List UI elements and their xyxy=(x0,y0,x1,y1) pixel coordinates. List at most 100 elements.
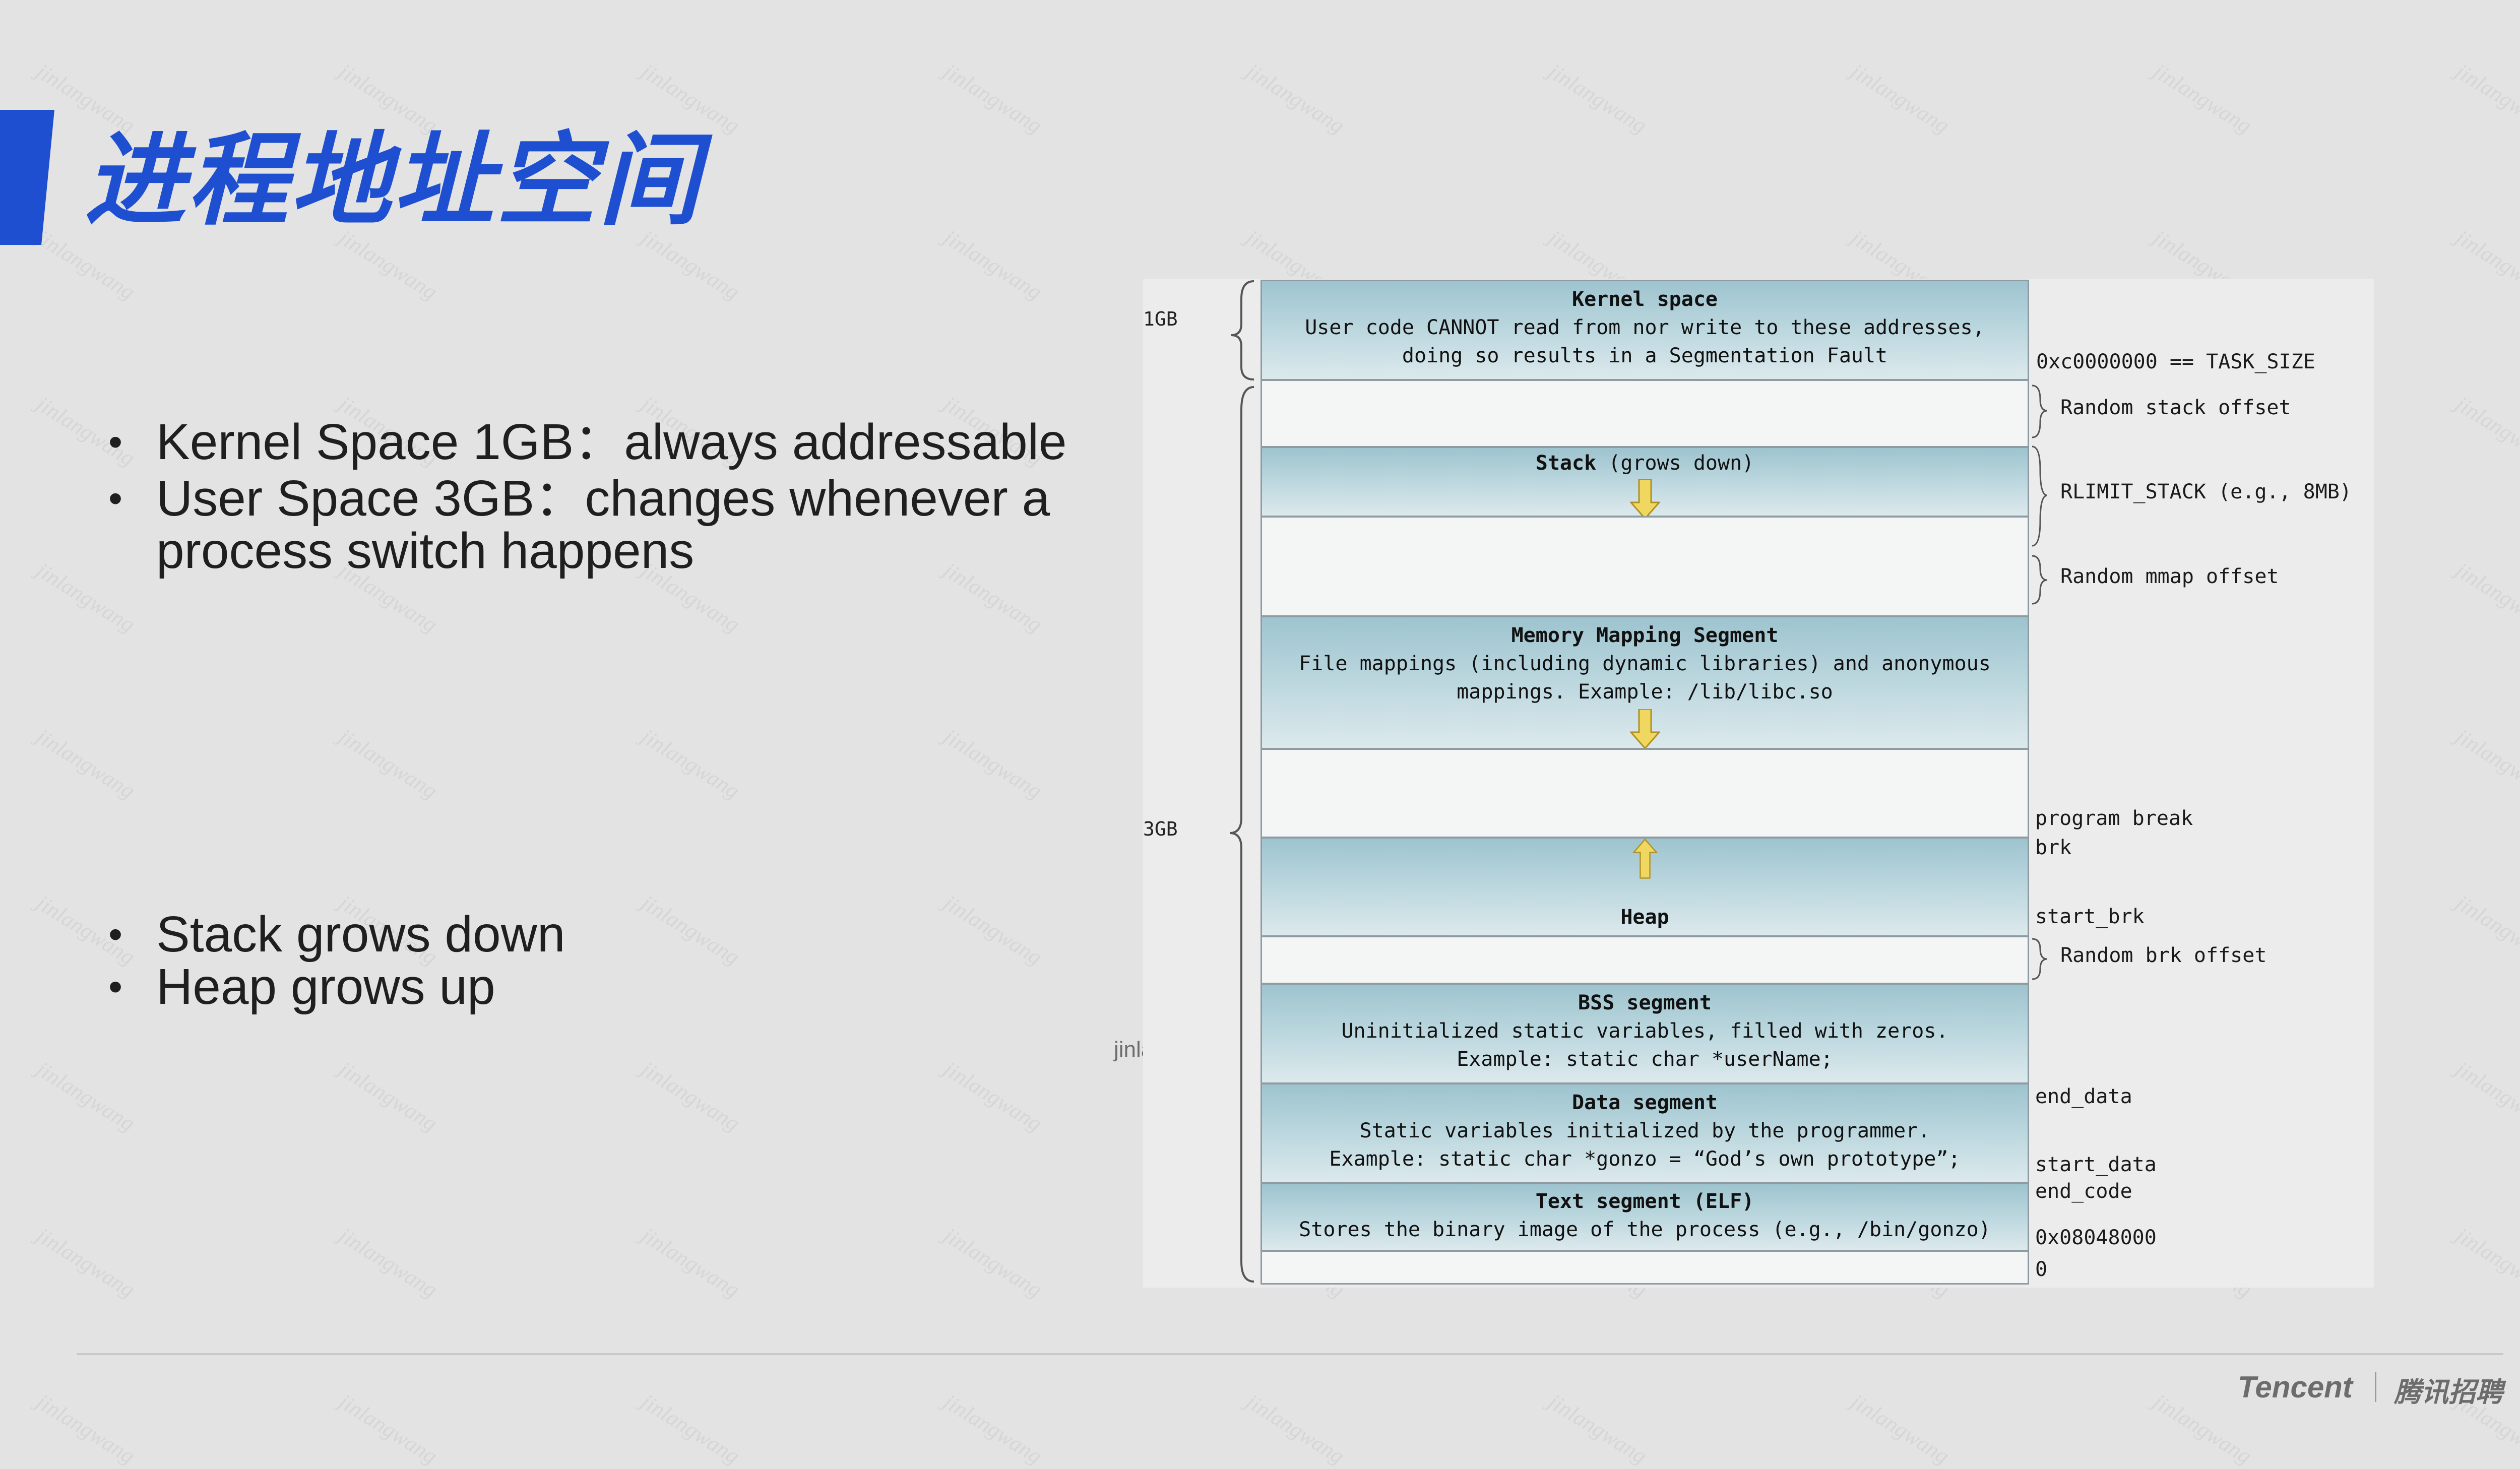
watermark-text: jinlangwang xyxy=(32,1223,140,1303)
brace-random-stack xyxy=(2032,385,2048,438)
stack-segment: Stack (grows down) xyxy=(1261,446,2029,520)
text-segment: Text segment (ELF) Stores the binary ima… xyxy=(1261,1183,2029,1251)
label-task-size: 0xc0000000 == TASK_SIZE xyxy=(2036,350,2315,373)
label-end-code: end_code xyxy=(2035,1180,2132,1203)
label-program-break: program break xyxy=(2035,807,2193,830)
brace-random-mmap xyxy=(2032,555,2048,605)
watermark-text: jinlangwang xyxy=(637,1223,744,1303)
watermark-text: jinlangwang xyxy=(939,1056,1047,1136)
bss-title: BSS segment xyxy=(1578,991,1712,1014)
arrow-down-icon xyxy=(1629,479,1660,520)
data-title: Data segment xyxy=(1572,1091,1718,1114)
watermark-text: jinlangwang xyxy=(2149,58,2256,139)
label-brk: brk xyxy=(2035,836,2072,859)
watermark-text: jinlangwang xyxy=(32,1389,140,1469)
watermark-text: jinlangwang xyxy=(334,1389,442,1469)
kernel-space-line2: doing so results in a Segmentation Fault xyxy=(1402,344,1888,367)
label-end-data: end_data xyxy=(2035,1085,2132,1108)
watermark-text: jinlangwang xyxy=(2451,557,2520,637)
label-random-mmap: Random mmap offset xyxy=(2060,565,2279,588)
label-zero-address: 0 xyxy=(2035,1258,2048,1281)
brace-1gb xyxy=(1231,280,1254,380)
label-text-address: 0x08048000 xyxy=(2035,1226,2157,1249)
heap-title: Heap xyxy=(1620,906,1669,929)
free-gap xyxy=(1261,748,2029,838)
bss-segment: BSS segment Uninitialized static variabl… xyxy=(1261,983,2029,1084)
watermark-text: jinlangwang xyxy=(637,1389,744,1469)
watermark-text: jinlangwang xyxy=(2451,1056,2520,1136)
watermark-text: jinlangwang xyxy=(939,724,1047,804)
mmap-title: Memory Mapping Segment xyxy=(1511,624,1779,647)
watermark-text: jinlangwang xyxy=(637,1056,744,1136)
label-random-stack: Random stack offset xyxy=(2060,396,2291,419)
watermark-text: jinlangwang xyxy=(334,1056,442,1136)
watermark-text: jinlangwang xyxy=(32,724,140,804)
bullet-list-top: Kernel Space 1GB：always addressable User… xyxy=(108,416,1126,603)
watermark-text: jinlangwang xyxy=(32,1056,140,1136)
arrow-up-icon xyxy=(1632,839,1658,879)
watermark-text: jinlangwang xyxy=(939,1223,1047,1303)
bullet-stack: Stack grows down xyxy=(108,908,1126,961)
bottom-gap xyxy=(1261,1250,2029,1285)
watermark-text: jinlangwang xyxy=(939,58,1047,139)
label-start-brk: start_brk xyxy=(2035,905,2145,928)
bss-line2: Example: static char *userName; xyxy=(1457,1048,1833,1071)
watermark-text: jinlangwang xyxy=(1241,58,1349,139)
data-line1: Static variables initialized by the prog… xyxy=(1359,1119,1930,1142)
brace-random-brk xyxy=(2032,938,2048,980)
bullet-list-bottom: Stack grows down Heap grows up xyxy=(108,908,1126,1039)
bullet-user-space: User Space 3GB：changes whenever a proces… xyxy=(108,472,1126,577)
small-brace-svg xyxy=(2032,385,2048,980)
watermark-text: jinlangwang xyxy=(2451,391,2520,471)
footer-divider xyxy=(77,1353,2503,1355)
footer-separator xyxy=(2375,1372,2376,1402)
random-mmap-gap xyxy=(1261,516,2029,617)
watermark-text: jinlangwang xyxy=(2451,890,2520,970)
watermark-text: jinlangwang xyxy=(334,1223,442,1303)
stack-note: (grows down) xyxy=(1608,452,1754,475)
watermark-text: jinlangwang xyxy=(637,724,744,804)
label-random-brk: Random brk offset xyxy=(2060,944,2267,967)
heap-segment: Heap xyxy=(1261,837,2029,937)
brace-rlimit xyxy=(2032,445,2048,547)
kernel-space-segment: Kernel space User code CANNOT read from … xyxy=(1261,280,2029,380)
memory-layout-diagram: 1GB 3GB Kernel space User code CANNOT re… xyxy=(1143,279,2374,1288)
watermark-text: jinlangwang xyxy=(1846,58,1954,139)
watermark-text: jinlangwang xyxy=(939,1389,1047,1469)
watermark-text: jinlangwang xyxy=(2451,225,2520,305)
mmap-line1: File mappings (including dynamic librari… xyxy=(1299,652,1991,675)
brace-3gb xyxy=(1229,386,1254,1283)
recruitment-logo: 腾讯招聘 xyxy=(2394,1376,2503,1408)
watermark-text: jinlangwang xyxy=(2451,58,2520,139)
watermark-text: jinlangwang xyxy=(1241,1389,1349,1469)
page-title: 进程地址空间 xyxy=(85,122,702,239)
kernel-space-title: Kernel space xyxy=(1572,288,1718,311)
data-segment: Data segment Static variables initialize… xyxy=(1261,1083,2029,1184)
label-rlimit-stack: RLIMIT_STACK (e.g., 8MB) xyxy=(2060,480,2352,503)
tencent-logo: Tencent xyxy=(2238,1370,2353,1404)
bullet-kernel-space: Kernel Space 1GB：always addressable xyxy=(108,416,1126,468)
watermark-text: jinlangwang xyxy=(1846,1389,1954,1469)
bullet-heap: Heap grows up xyxy=(108,961,1126,1013)
random-brk-gap xyxy=(1261,936,2029,984)
text-line1: Stores the binary image of the process (… xyxy=(1299,1218,1991,1241)
data-line2: Example: static char *gonzo = “God’s own… xyxy=(1329,1147,1961,1171)
watermark-text: jinlangwang xyxy=(2451,724,2520,804)
bss-line1: Uninitialized static variables, filled w… xyxy=(1341,1019,1948,1043)
random-stack-gap xyxy=(1261,379,2029,448)
label-start-data: start_data xyxy=(2035,1153,2157,1176)
kernel-space-line1: User code CANNOT read from nor write to … xyxy=(1305,316,1985,339)
text-title: Text segment (ELF) xyxy=(1535,1190,1754,1213)
size-3gb: 3GB xyxy=(1143,818,1178,840)
watermark-text: jinlangwang xyxy=(2451,1223,2520,1303)
watermark-text: jinlangwang xyxy=(1544,1389,1652,1469)
watermark-text: jinlangwang xyxy=(939,225,1047,305)
arrow-down-icon xyxy=(1629,709,1660,749)
brace-svg xyxy=(1229,280,1254,1283)
stack-title: Stack xyxy=(1535,452,1597,475)
watermark-text: jinlangwang xyxy=(334,724,442,804)
size-1gb: 1GB xyxy=(1143,308,1178,330)
watermark-text: jinlangwang xyxy=(1544,58,1652,139)
memory-mapping-segment: Memory Mapping Segment File mappings (in… xyxy=(1261,616,2029,749)
mmap-line2: mappings. Example: /lib/libc.so xyxy=(1457,680,1833,704)
